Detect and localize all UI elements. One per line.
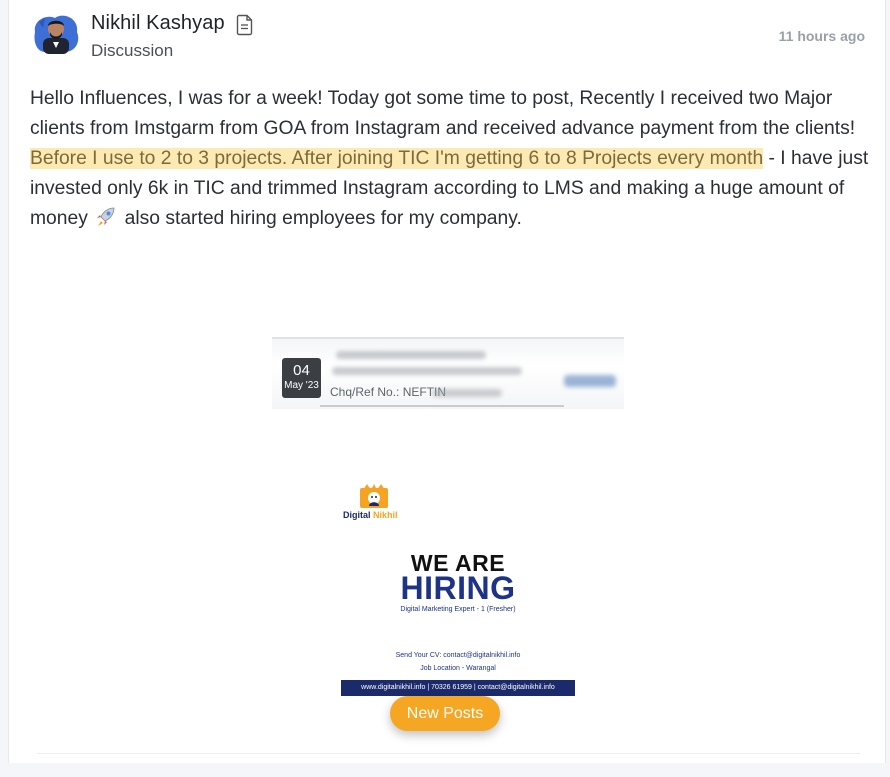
poster-headline-2: HIRING bbox=[400, 570, 516, 606]
post-body-text: Hello Influences, I was for a week! Toda… bbox=[30, 88, 856, 139]
hiring-poster-image[interactable]: Digital Nikhil WE ARE HIRING Digital Mar… bbox=[333, 478, 583, 703]
image-border bbox=[272, 337, 624, 339]
brand-name: Digital Nikhil bbox=[343, 510, 398, 520]
poster-location: Job Location - Warangal bbox=[420, 665, 496, 672]
brand-name-1: Digital bbox=[343, 510, 374, 520]
new-posts-button[interactable]: New Posts bbox=[390, 696, 500, 731]
poster-cv-line: Send Your CV: contact@digitalnikhil.info bbox=[395, 652, 521, 659]
document-icon bbox=[236, 14, 253, 36]
date-badge: 04 May '23 bbox=[282, 358, 321, 398]
avatar[interactable] bbox=[31, 12, 81, 54]
post-card: Nikhil Kashyap Discussion 11 hours ago H… bbox=[8, 0, 886, 763]
post-body-text-3: also started hiring employees for my com… bbox=[119, 208, 522, 229]
date-day: 04 bbox=[293, 362, 310, 379]
rocket-emoji-icon bbox=[97, 207, 115, 226]
date-month: May '23 bbox=[284, 380, 319, 391]
ref-label: Chq/Ref No.: NEFTIN bbox=[330, 385, 447, 399]
poster-contact-bar: www.digitalnikhil.info | 70326 61959 | c… bbox=[341, 680, 575, 696]
post-body-highlight: Before I use to 2 to 3 projects. After j… bbox=[30, 148, 764, 169]
divider bbox=[37, 753, 860, 754]
image-border bbox=[320, 405, 564, 407]
post-timestamp: 11 hours ago bbox=[778, 28, 865, 44]
brand-logo-icon bbox=[360, 484, 388, 508]
blurred-amount bbox=[564, 375, 616, 387]
post-type-label: Discussion bbox=[91, 41, 174, 60]
blurred-text bbox=[332, 367, 522, 375]
post-body: Hello Influences, I was for a week! Toda… bbox=[30, 84, 870, 234]
poster-position: Digital Marketing Expert - 1 (Fresher) bbox=[400, 606, 516, 613]
bank-statement-image[interactable]: 04 May '23 Chq/Ref No.: NEFTIN bbox=[272, 337, 624, 409]
blurred-text bbox=[336, 351, 486, 359]
brand-name-2: Nikhil bbox=[373, 510, 398, 520]
blurred-ref bbox=[432, 389, 502, 397]
author-name[interactable]: Nikhil Kashyap bbox=[91, 12, 225, 35]
